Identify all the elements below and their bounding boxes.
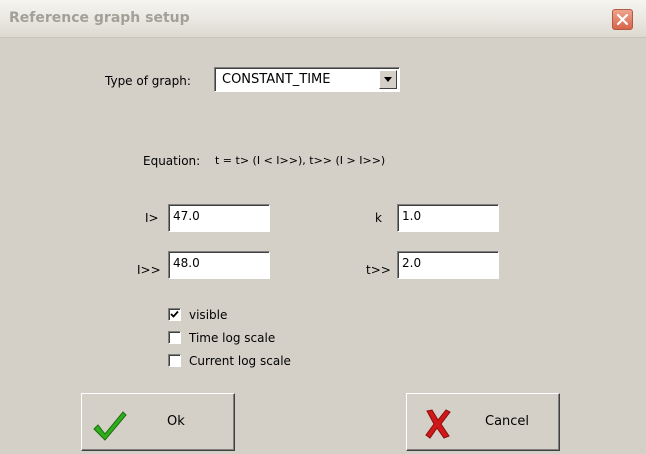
current-log-scale-label[interactable]: Current log scale [189, 354, 291, 368]
graph-type-label: Type of graph: [105, 74, 191, 88]
t-gtgt-value: 2.0 [402, 256, 422, 270]
cancel-label: Cancel [485, 414, 530, 429]
visible-checkbox-label[interactable]: visible [189, 308, 227, 322]
graph-type-value: CONSTANT_TIME [222, 72, 331, 87]
graph-type-select[interactable]: CONSTANT_TIME [214, 67, 400, 92]
k-input[interactable]: 1.0 [397, 204, 499, 232]
red-x-icon [425, 409, 451, 439]
i-gtgt-label: I>> [137, 263, 161, 277]
time-log-scale-checkbox[interactable] [168, 331, 181, 344]
t-gtgt-label: t>> [366, 263, 391, 277]
ok-button[interactable]: Ok [81, 393, 235, 451]
close-button[interactable] [612, 9, 633, 30]
i-gtgt-input[interactable]: 48.0 [168, 251, 270, 279]
equation-text: t = t> (I < I>>), t>> (I > I>>) [215, 154, 386, 167]
close-x-icon [616, 13, 629, 26]
k-label: k [375, 211, 382, 225]
ok-label: Ok [167, 414, 185, 429]
time-log-scale-label[interactable]: Time log scale [189, 331, 275, 345]
i-gt-label: I> [145, 211, 159, 225]
checkmark-icon [93, 411, 127, 441]
k-value: 1.0 [402, 209, 422, 223]
i-gt-input[interactable]: 47.0 [168, 204, 270, 232]
equation-label: Equation: [143, 154, 201, 168]
check-icon [170, 310, 179, 318]
dropdown-arrow-button[interactable] [379, 70, 397, 89]
i-gt-value: 47.0 [173, 209, 200, 223]
i-gtgt-value: 48.0 [173, 256, 200, 270]
title-bar: Reference graph setup [0, 0, 646, 38]
cancel-button[interactable]: Cancel [406, 393, 560, 451]
current-log-scale-checkbox[interactable] [168, 354, 181, 367]
visible-checkbox[interactable] [168, 308, 181, 321]
chevron-down-icon [384, 77, 392, 82]
window-title: Reference graph setup [9, 10, 190, 26]
t-gtgt-input[interactable]: 2.0 [397, 251, 499, 279]
